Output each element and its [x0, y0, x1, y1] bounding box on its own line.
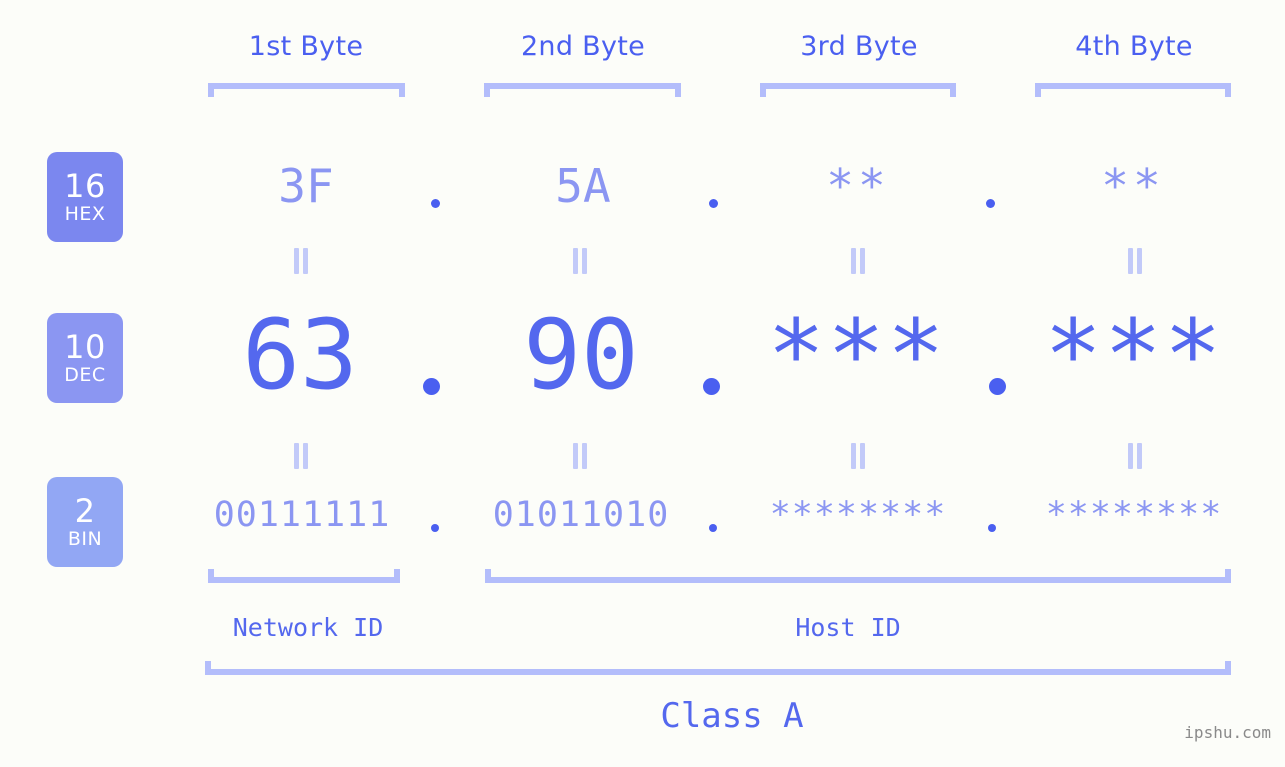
byte-header-2: 2nd Byte — [520, 31, 646, 62]
radix-badge-bin-abbr: BIN — [67, 528, 103, 550]
dec-dot-separator-2 — [703, 378, 720, 395]
bin-byte-3-value: ******** — [769, 495, 947, 535]
host-id-label: Host ID — [795, 613, 901, 642]
radix-badge-hex: 16 HEX — [47, 152, 123, 242]
dec-dot-separator-1 — [423, 378, 440, 395]
radix-badge-bin: 2 BIN — [47, 477, 123, 567]
radix-badge-dec: 10 DEC — [47, 313, 123, 403]
ip-address-breakdown-diagram: 1st Byte 2nd Byte 3rd Byte 4th Byte 16 H… — [0, 0, 1285, 767]
bin-byte-1-value: 00111111 — [213, 495, 391, 535]
byte-header-1: 1st Byte — [248, 31, 364, 62]
bin-dot-separator-1 — [431, 524, 439, 532]
equals-connector-hex-dec-3 — [851, 248, 867, 274]
network-id-label: Network ID — [232, 613, 384, 642]
bin-byte-2-value: 01011010 — [492, 495, 670, 535]
site-watermark: ipshu.com — [1184, 723, 1271, 742]
class-label: Class A — [660, 696, 804, 736]
hex-byte-2-value: 5A — [555, 159, 611, 213]
hex-byte-1-value: 3F — [278, 159, 334, 213]
radix-badge-hex-abbr: HEX — [64, 203, 106, 225]
dec-byte-2-value: 90 — [523, 299, 639, 411]
equals-connector-hex-dec-4 — [1128, 248, 1144, 274]
radix-badge-hex-number: 16 — [64, 167, 106, 205]
byte-header-4: 4th Byte — [1075, 31, 1193, 62]
host-id-bracket — [485, 569, 1231, 583]
equals-connector-dec-bin-1 — [294, 443, 310, 469]
equals-connector-dec-bin-3 — [851, 443, 867, 469]
equals-connector-dec-bin-4 — [1128, 443, 1144, 469]
byte-header-3: 3rd Byte — [800, 31, 918, 62]
hex-dot-separator-1 — [431, 199, 440, 208]
class-bracket — [205, 661, 1231, 675]
network-id-bracket — [208, 569, 400, 583]
dec-byte-1-value: 63 — [242, 299, 358, 411]
bin-dot-separator-3 — [988, 524, 996, 532]
radix-badge-bin-number: 2 — [74, 492, 96, 530]
hex-byte-4-value: ** — [1101, 159, 1165, 213]
equals-connector-hex-dec-1 — [294, 248, 310, 274]
byte-bracket-2 — [484, 83, 681, 97]
dec-byte-3-value: *** — [767, 299, 947, 411]
equals-connector-hex-dec-2 — [573, 248, 589, 274]
hex-byte-3-value: ** — [826, 159, 890, 213]
radix-badge-dec-abbr: DEC — [64, 364, 106, 386]
radix-badge-dec-number: 10 — [64, 328, 106, 366]
dec-dot-separator-3 — [989, 378, 1006, 395]
hex-dot-separator-2 — [709, 199, 718, 208]
bin-dot-separator-2 — [709, 524, 717, 532]
byte-bracket-1 — [208, 83, 405, 97]
byte-bracket-3 — [760, 83, 956, 97]
bin-byte-4-value: ******** — [1045, 495, 1223, 535]
equals-connector-dec-bin-2 — [573, 443, 589, 469]
byte-bracket-4 — [1035, 83, 1231, 97]
dec-byte-4-value: *** — [1044, 299, 1224, 411]
hex-dot-separator-3 — [986, 199, 995, 208]
